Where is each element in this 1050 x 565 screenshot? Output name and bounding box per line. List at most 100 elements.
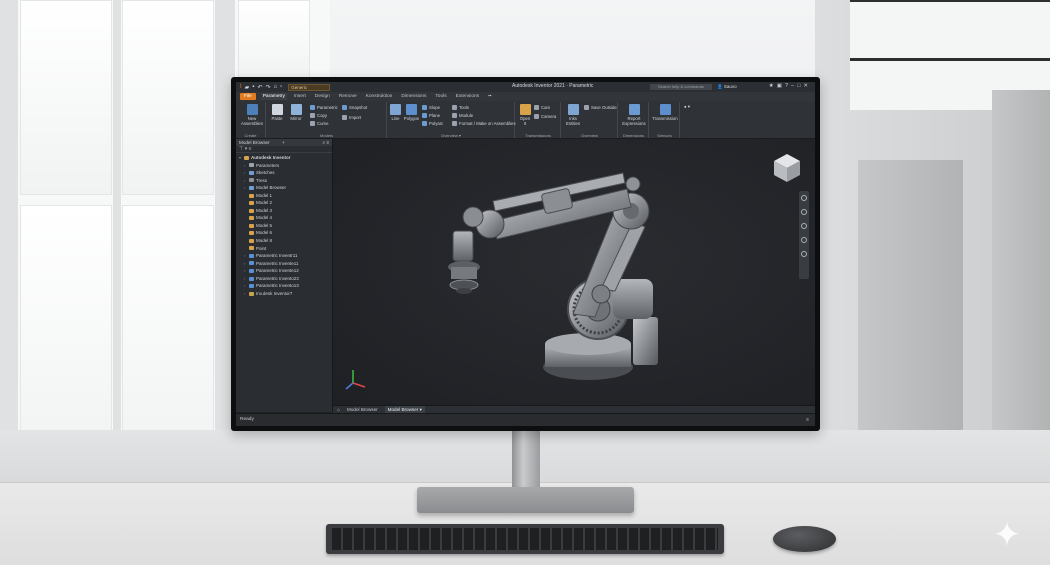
report-expressions-button[interactable]: Report Expressions xyxy=(620,104,648,126)
tree-node[interactable]: › Inv.desk Inventor7 xyxy=(236,290,332,298)
tree-node[interactable]: › Parametric Invento23 xyxy=(236,275,332,283)
print-icon[interactable]: ▫ xyxy=(280,84,282,91)
save-outside-button[interactable]: Save Outside xyxy=(584,105,617,111)
tab-3[interactable]: Design xyxy=(313,93,332,100)
tree-node[interactable]: Model 5 xyxy=(236,222,332,230)
browser-header: Model Browser + ⌕ ≡ xyxy=(236,139,332,146)
document-tab[interactable]: Model Browser xyxy=(344,406,381,413)
tree-node-label: Inv.desk Inventor7 xyxy=(256,290,293,296)
open-icon[interactable]: ▰ xyxy=(245,84,250,91)
tab-6[interactable]: Dimensions xyxy=(399,93,428,100)
tree-node-label: Sketches xyxy=(256,170,275,176)
tree-node[interactable]: › Parametric Invento13 xyxy=(236,282,332,290)
window-pane xyxy=(20,0,112,195)
status-menu-icon[interactable]: ≡ xyxy=(806,417,809,423)
paste-button[interactable]: Paste xyxy=(270,104,284,121)
inks-entities-button[interactable]: Inks Entities xyxy=(564,104,582,126)
window-frame xyxy=(0,0,18,470)
line-button[interactable]: Line xyxy=(389,104,402,121)
tab-1[interactable]: Parametry xyxy=(260,93,287,100)
keyboard-keys xyxy=(332,528,718,550)
parametric-button[interactable]: Parametric xyxy=(310,105,338,111)
tab-4[interactable]: Remove xyxy=(337,93,359,100)
look-at-icon[interactable] xyxy=(801,251,807,257)
status-bar: Ready ≡ xyxy=(236,413,815,426)
save-outside-icon xyxy=(584,105,589,111)
transmission-button[interactable]: Transmission xyxy=(651,104,679,121)
folder-icon xyxy=(249,231,254,236)
close-icon[interactable]: ✕ xyxy=(803,83,811,89)
tree-node[interactable]: › Sketches xyxy=(236,169,332,177)
camera-button[interactable]: Camera xyxy=(534,114,556,120)
slope-button[interactable]: Slope xyxy=(422,105,440,111)
viewcube[interactable] xyxy=(773,153,801,183)
redo-icon[interactable]: ↷ xyxy=(265,84,270,91)
curve-button[interactable]: Curve xyxy=(310,121,328,127)
tree-node[interactable]: › Tress xyxy=(236,177,332,185)
new-assembly-button[interactable]: New Assemblies xyxy=(239,104,265,126)
group-label-sensors: Sensors xyxy=(657,133,672,138)
document-tab[interactable]: Model Browser ▾ xyxy=(384,406,425,413)
browser-menu-icon[interactable]: ≡ xyxy=(249,146,252,152)
copy-button[interactable]: Copy xyxy=(310,113,327,119)
tree-node[interactable]: Model 3 xyxy=(236,207,332,215)
search-menu-icon[interactable]: ⌕ ≡ xyxy=(322,139,329,146)
tree-node[interactable]: › Parameters xyxy=(236,162,332,170)
undo-icon[interactable]: ↶ xyxy=(257,84,262,91)
navigation-bar xyxy=(799,191,809,279)
tab-9[interactable]: ▪▪ xyxy=(486,93,493,100)
format-button[interactable]: Format / Make on Assemblies xyxy=(452,121,516,127)
tree-node[interactable]: › Parametric Inventr11 xyxy=(236,252,332,260)
tab-5[interactable]: Konstruktion xyxy=(364,93,395,100)
constraint-icon xyxy=(249,291,254,296)
tree-node[interactable]: Model 6 xyxy=(236,229,332,237)
snapshot-button[interactable]: Snapshot xyxy=(342,105,367,111)
tree-node[interactable]: Point xyxy=(236,245,332,253)
tab-0[interactable]: File xyxy=(240,93,256,100)
plane-button[interactable]: Plane xyxy=(422,113,440,119)
zoom-icon[interactable] xyxy=(801,223,807,229)
expand-icon[interactable]: ▾ xyxy=(245,146,248,152)
open-it-button[interactable]: Open It xyxy=(518,104,532,126)
home-tab-icon[interactable]: ⌂ xyxy=(337,407,340,413)
3d-viewport[interactable] xyxy=(333,139,815,405)
folder-icon xyxy=(249,216,254,221)
cam-label: Cam xyxy=(541,105,551,110)
tree-node[interactable]: Model 2 xyxy=(236,199,332,207)
filter-icon[interactable]: ⊤ xyxy=(239,146,243,152)
steering-wheel-icon[interactable] xyxy=(801,195,807,201)
cam-button[interactable]: Cam xyxy=(534,105,551,111)
polygon-button[interactable]: Polygon xyxy=(403,104,420,121)
module-button[interactable]: Module xyxy=(452,113,473,119)
tree-node[interactable]: Model 1 xyxy=(236,192,332,200)
home-icon[interactable]: ⌂ xyxy=(274,84,278,91)
parametric-icon xyxy=(310,105,315,111)
tab-8[interactable]: Extensions xyxy=(454,93,481,100)
orbit-icon[interactable] xyxy=(801,237,807,243)
axis-triad xyxy=(345,370,366,390)
mirror-button[interactable]: Mirror xyxy=(286,104,306,121)
tab-7[interactable]: Tools xyxy=(433,93,448,100)
help-search-input[interactable]: Search help & commands xyxy=(650,84,712,90)
user-account[interactable]: 👤 Sauvo xyxy=(717,84,737,90)
add-icon[interactable]: + xyxy=(282,139,285,146)
pan-icon[interactable] xyxy=(801,209,807,215)
tree-node[interactable]: › Parametric Invente12 xyxy=(236,267,332,275)
tree-node[interactable]: › Parametric Invente11 xyxy=(236,260,332,268)
tools-button[interactable]: Tools xyxy=(452,105,469,111)
star-icon[interactable]: ★ xyxy=(769,83,777,89)
tree-node[interactable]: Model 4 xyxy=(236,214,332,222)
help-dropdown[interactable]: ● ▾ xyxy=(684,104,690,110)
workspace-dropdown[interactable]: Generic xyxy=(288,83,331,91)
polyarc-button[interactable]: Polyarc xyxy=(422,121,443,127)
cart-icon[interactable]: ▣ xyxy=(777,83,785,89)
window-pane xyxy=(122,0,214,195)
tab-2[interactable]: Insert xyxy=(292,93,308,100)
tree-node[interactable]: › Model Browser xyxy=(236,184,332,192)
import-button[interactable]: Import xyxy=(342,115,361,121)
save-icon[interactable]: ▪ xyxy=(252,84,254,91)
tree-node[interactable]: Model 8 xyxy=(236,237,332,245)
report-label: Report Expressions xyxy=(622,116,646,126)
tree-node[interactable]: ▾ Autodesk Inventor xyxy=(236,154,332,162)
group-label-overview[interactable]: Overview ▾ xyxy=(388,133,514,138)
